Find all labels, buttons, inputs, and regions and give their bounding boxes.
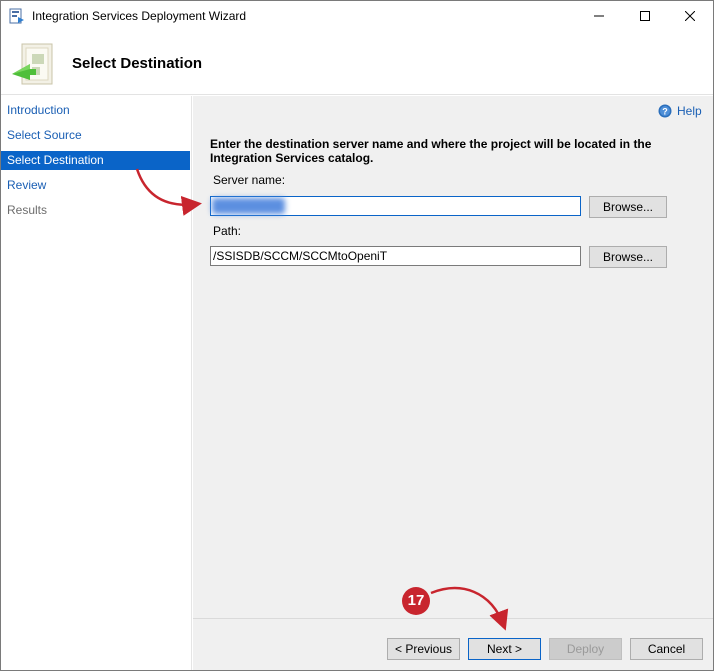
maximize-button[interactable] xyxy=(622,1,668,31)
sidebar-item-select-source[interactable]: Select Source xyxy=(1,126,190,145)
minimize-button[interactable] xyxy=(576,1,622,31)
server-name-input[interactable] xyxy=(210,196,581,216)
redacted-server-name xyxy=(212,198,285,214)
help-icon: ? xyxy=(658,104,672,118)
svg-text:?: ? xyxy=(662,107,668,117)
deployment-wizard-icon xyxy=(9,8,24,24)
path-label: Path: xyxy=(213,224,242,238)
sidebar-item-select-destination[interactable]: Select Destination xyxy=(1,151,190,170)
minimize-icon xyxy=(594,15,604,17)
wizard-content: ? Help Enter the destination server name… xyxy=(193,96,713,670)
wizard-header: Select Destination xyxy=(1,31,713,95)
path-input[interactable]: /SSISDB/SCCM/SCCMtoOpeniT xyxy=(210,246,581,266)
close-button[interactable] xyxy=(667,1,713,31)
instructions-text: Enter the destination server name and wh… xyxy=(210,137,652,165)
step-badge: 17 xyxy=(402,587,430,615)
browse-path-button[interactable]: Browse... xyxy=(589,246,667,268)
sidebar-item-introduction[interactable]: Introduction xyxy=(1,101,190,120)
close-icon xyxy=(685,11,695,21)
title-bar[interactable]: Integration Services Deployment Wizard xyxy=(1,1,713,31)
sidebar-item-review[interactable]: Review xyxy=(1,176,190,195)
deploy-package-icon xyxy=(12,43,53,85)
next-button[interactable]: Next > xyxy=(468,638,541,660)
maximize-icon xyxy=(640,11,650,21)
help-label[interactable]: Help xyxy=(677,104,702,118)
sidebar-item-results: Results xyxy=(7,203,48,217)
footer-divider xyxy=(193,618,713,619)
previous-button[interactable]: < Previous xyxy=(387,638,460,660)
window-title: Integration Services Deployment Wizard xyxy=(32,9,247,23)
wizard-window: Integration Services Deployment Wizard S… xyxy=(0,0,714,671)
help-link[interactable]: ? Help xyxy=(658,104,702,118)
cancel-button[interactable]: Cancel xyxy=(630,638,703,660)
path-value: /SSISDB/SCCM/SCCMtoOpeniT xyxy=(213,249,388,263)
browse-server-button[interactable]: Browse... xyxy=(589,196,667,218)
wizard-sidebar: Introduction Select Source Select Destin… xyxy=(1,96,192,670)
deploy-button: Deploy xyxy=(549,638,622,660)
server-name-label: Server name: xyxy=(213,173,286,187)
page-title: Select Destination xyxy=(72,55,203,72)
